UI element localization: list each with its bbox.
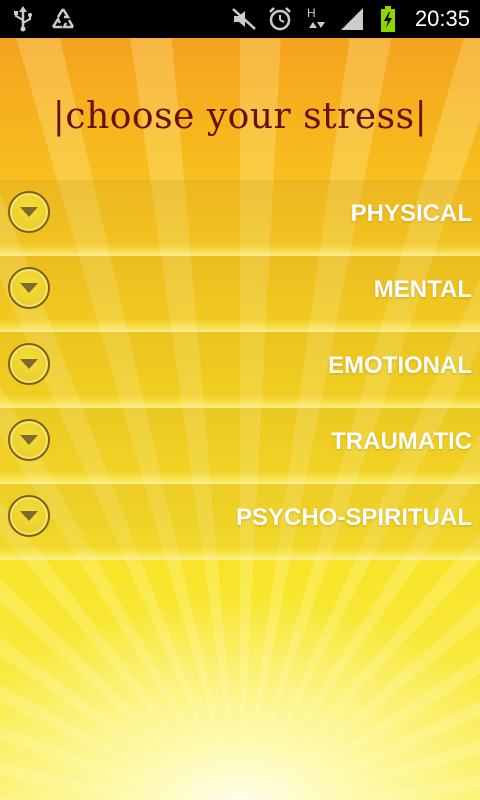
- chevron-down-icon[interactable]: [8, 343, 50, 385]
- usb-icon: [10, 6, 36, 32]
- stress-item-physical[interactable]: PHYSICAL: [0, 180, 480, 256]
- hplus-data-icon: H: [303, 6, 329, 32]
- stress-item-psycho-spiritual[interactable]: PSYCHO-SPIRITUAL: [0, 484, 480, 560]
- chevron-down-icon[interactable]: [8, 419, 50, 461]
- stress-item-label: EMOTIONAL: [328, 352, 472, 379]
- status-bar: H 20:35: [0, 0, 480, 38]
- recycle-icon: [50, 6, 76, 32]
- alarm-icon: [267, 6, 293, 32]
- signal-icon: [339, 6, 365, 32]
- stress-item-label: PSYCHO-SPIRITUAL: [235, 504, 472, 531]
- chevron-down-icon[interactable]: [8, 267, 50, 309]
- chevron-down-icon[interactable]: [8, 495, 50, 537]
- chevron-down-icon[interactable]: [8, 191, 50, 233]
- stress-item-label: MENTAL: [373, 276, 472, 303]
- page-title: |choose your stress|: [52, 96, 428, 137]
- mute-icon: [231, 6, 257, 32]
- stress-item-label: TRAUMATIC: [331, 428, 472, 455]
- battery-charging-icon: [375, 6, 401, 32]
- stress-item-mental[interactable]: MENTAL: [0, 256, 480, 332]
- stress-list: PHYSICAL MENTAL EMOTIONAL TRAUMATIC PSYC…: [0, 180, 480, 560]
- stress-item-label: PHYSICAL: [350, 200, 472, 227]
- stress-item-traumatic[interactable]: TRAUMATIC: [0, 408, 480, 484]
- stress-item-emotional[interactable]: EMOTIONAL: [0, 332, 480, 408]
- svg-text:H: H: [307, 6, 316, 20]
- clock: 20:35: [414, 6, 470, 31]
